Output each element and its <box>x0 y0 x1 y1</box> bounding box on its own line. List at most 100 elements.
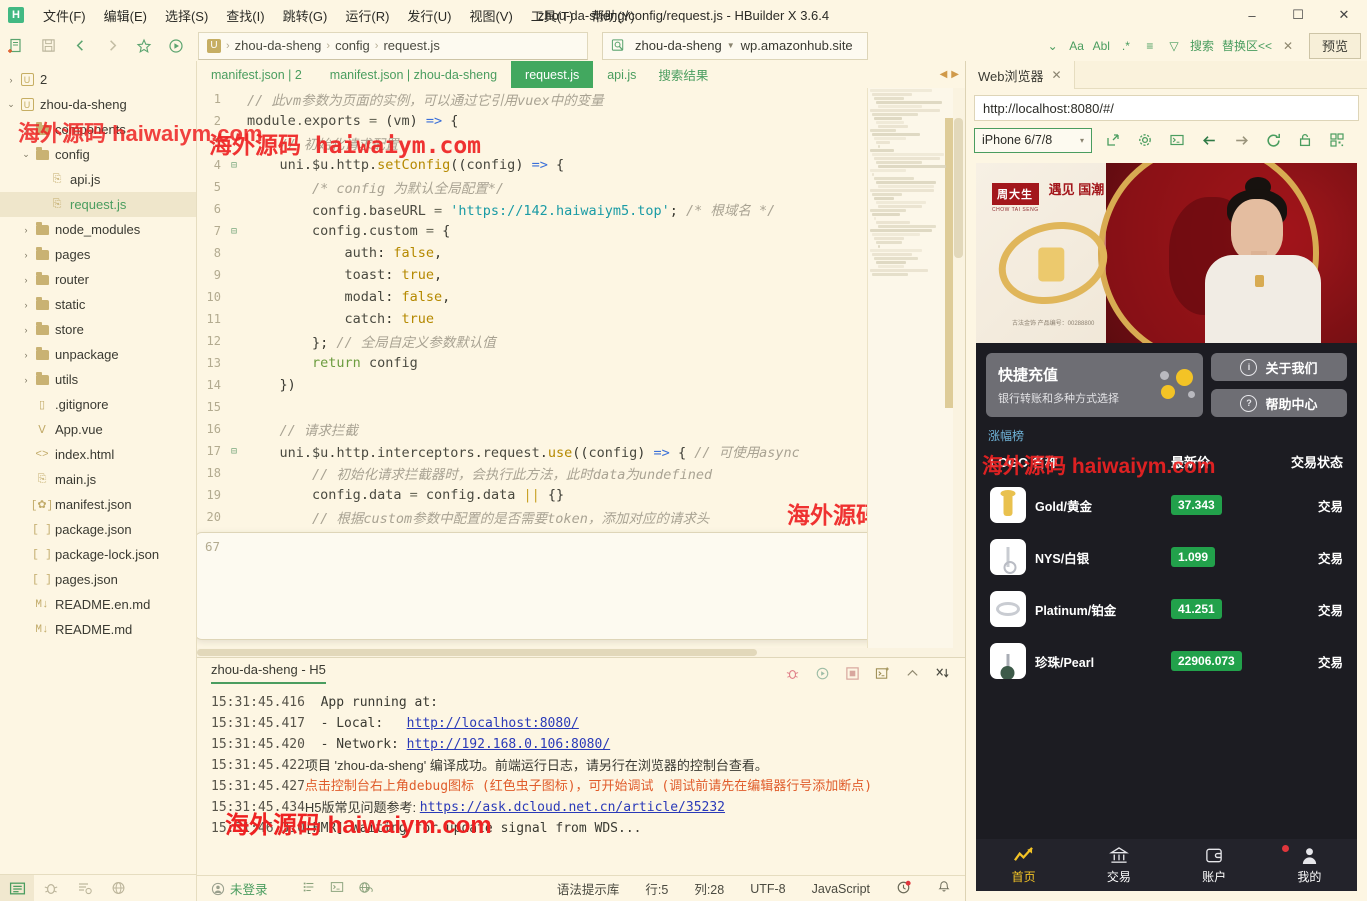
encoding-label[interactable]: UTF-8 <box>750 882 785 896</box>
code-line[interactable]: 17⊟ uni.$u.http.interceptors.request.use… <box>197 440 867 462</box>
terminal-icon[interactable] <box>330 880 344 898</box>
match-case-icon[interactable]: Aa <box>1066 35 1088 57</box>
code-line[interactable]: 14 }) <box>197 374 867 396</box>
forward-arrow-icon[interactable] <box>1230 129 1252 151</box>
console-link[interactable]: http://localhost:8080/ <box>407 713 579 734</box>
editor-horizontal-scrollbar[interactable] <box>197 648 965 657</box>
tree-item-app-vue[interactable]: ⅤApp.vue <box>0 417 196 442</box>
clear-console-icon[interactable] <box>933 664 951 682</box>
line-number[interactable]: 20 <box>197 510 227 524</box>
menu-help[interactable]: 帮助(Y) <box>582 2 643 29</box>
line-number[interactable]: 16 <box>197 422 227 436</box>
tree-expand-arrow[interactable]: › <box>19 125 33 135</box>
list-icon[interactable] <box>302 880 316 898</box>
promo-banner[interactable]: 周大生 CHOW TAI SENG 遇见 国潮 古法金饰 产品编号：002888… <box>976 163 1357 343</box>
tree-item-readme-en-md[interactable]: M↓README.en.md <box>0 592 196 617</box>
tree-item-package-json[interactable]: [ ]package.json <box>0 517 196 542</box>
breadcrumb[interactable]: U › zhou-da-sheng › config › request.js <box>198 32 588 60</box>
price-row[interactable]: Platinum/铂金41.251交易 <box>976 583 1357 635</box>
line-number[interactable]: 12 <box>197 334 227 348</box>
tree-item--gitignore[interactable]: ▯.gitignore <box>0 392 196 417</box>
menu-file[interactable]: 文件(F) <box>34 2 95 29</box>
tree-expand-arrow[interactable]: › <box>19 300 33 310</box>
tab-web-browser[interactable]: Web浏览器 ✕ <box>966 61 1075 89</box>
line-number[interactable]: 9 <box>197 268 227 282</box>
tree-item-static[interactable]: ›static <box>0 292 196 317</box>
code-line[interactable]: 7⊟ config.custom = { <box>197 220 867 242</box>
whole-word-icon[interactable]: Abl <box>1090 35 1113 57</box>
tree-item-components[interactable]: ›components <box>0 117 196 142</box>
tree-item-2[interactable]: ›U2 <box>0 67 196 92</box>
tab-request-js[interactable]: request.js <box>511 61 593 88</box>
debug-icon[interactable] <box>34 875 68 901</box>
tab-manifest-zhou[interactable]: manifest.json | zhou-da-sheng <box>316 61 511 88</box>
editor-vertical-scrollbar[interactable] <box>953 88 965 648</box>
code-minimap[interactable] <box>867 88 953 648</box>
tree-expand-arrow[interactable]: › <box>19 375 33 385</box>
code-line[interactable]: 18 // 初始化请求拦截器时，会执行此方法，此时data为undefined <box>197 462 867 484</box>
tab-api-js[interactable]: api.js <box>593 61 650 88</box>
tree-item-store[interactable]: ›store <box>0 317 196 342</box>
tree-item-readme-md[interactable]: M↓README.md <box>0 617 196 642</box>
language-label[interactable]: JavaScript <box>812 882 870 896</box>
search-button[interactable]: 搜索 <box>1187 35 1217 57</box>
trade-button[interactable]: 交易 <box>1281 652 1343 671</box>
network-icon[interactable] <box>102 875 136 901</box>
line-number[interactable]: 2 <box>197 114 227 128</box>
code-line[interactable]: 19 config.data = config.data || {} <box>197 484 867 506</box>
qrcode-icon[interactable] <box>1326 129 1348 151</box>
minimize-button[interactable]: – <box>1229 0 1275 30</box>
menu-select[interactable]: 选择(S) <box>156 2 217 29</box>
price-row[interactable]: Gold/黄金37.343交易 <box>976 479 1357 531</box>
menu-publish[interactable]: 发行(U) <box>398 2 460 29</box>
line-number[interactable]: 17 <box>197 444 227 458</box>
stop-icon[interactable] <box>843 664 861 682</box>
code-line[interactable]: 5 /* config 为默认全局配置*/ <box>197 176 867 198</box>
autocomplete-popup[interactable]: 67 <box>197 532 867 640</box>
quick-recharge-card[interactable]: 快捷充值 银行转账和多种方式选择 <box>986 353 1203 417</box>
filter-icon[interactable]: ▽ <box>1163 35 1185 57</box>
lock-icon[interactable] <box>1294 129 1316 151</box>
line-number[interactable]: 19 <box>197 488 227 502</box>
bell-icon[interactable] <box>937 880 951 897</box>
tab-prev-icon[interactable]: ◀ <box>940 69 948 80</box>
tree-item-router[interactable]: ›router <box>0 267 196 292</box>
tree-item-pages-json[interactable]: [ ]pages.json <box>0 567 196 592</box>
menu-tools[interactable]: 工具(T) <box>522 2 583 29</box>
run-icon[interactable] <box>160 33 192 59</box>
code-line[interactable]: 4⊟ uni.$u.http.setConfig((config) => { <box>197 154 867 176</box>
console-link[interactable]: https://ask.dcloud.net.cn/article/35232 <box>420 797 725 818</box>
menu-edit[interactable]: 编辑(E) <box>95 2 156 29</box>
code-line[interactable]: 15 <box>197 396 867 418</box>
code-editor[interactable]: 1// 此vm参数为页面的实例，可以通过它引用vuex中的变量2module.e… <box>197 88 867 648</box>
line-number[interactable]: 6 <box>197 202 227 216</box>
tree-item-main-js[interactable]: ⎘main.js <box>0 467 196 492</box>
code-line[interactable]: 9 toast: true, <box>197 264 867 286</box>
tree-item-pages[interactable]: ›pages <box>0 242 196 267</box>
help-center-button[interactable]: ? 帮助中心 <box>1211 389 1347 417</box>
filter-lines-icon[interactable]: ≡ <box>1139 35 1161 57</box>
back-arrow-icon[interactable] <box>1198 129 1220 151</box>
close-button[interactable]: ✕ <box>1321 0 1367 30</box>
trade-button[interactable]: 交易 <box>1281 600 1343 619</box>
debug-bug-icon[interactable] <box>783 664 801 682</box>
code-line[interactable]: 10 modal: false, <box>197 286 867 308</box>
line-number[interactable]: 13 <box>197 356 227 370</box>
close-icon[interactable]: ✕ <box>1052 68 1062 82</box>
tree-expand-arrow[interactable]: › <box>19 275 33 285</box>
console-output[interactable]: 15:31:45.416 App running at:15:31:45.417… <box>197 688 965 875</box>
tree-expand-arrow[interactable]: › <box>19 325 33 335</box>
maximize-button[interactable]: ☐ <box>1275 0 1321 30</box>
trade-button[interactable]: 交易 <box>1281 548 1343 567</box>
code-line[interactable]: 13 return config <box>197 352 867 374</box>
tree-expand-arrow[interactable]: › <box>19 250 33 260</box>
line-number[interactable]: 15 <box>197 400 227 414</box>
new-file-icon[interactable] <box>0 33 32 59</box>
line-number[interactable]: 10 <box>197 290 227 304</box>
tree-item-api-js[interactable]: ⎘api.js <box>0 167 196 192</box>
code-line[interactable]: 12 }; // 全局自定义参数默认值 <box>197 330 867 352</box>
line-number[interactable]: 14 <box>197 378 227 392</box>
close-search-icon[interactable]: ✕ <box>1277 35 1299 57</box>
device-selector[interactable]: iPhone 6/7/8 ▾ <box>974 128 1092 153</box>
tree-item-unpackage[interactable]: ›unpackage <box>0 342 196 367</box>
